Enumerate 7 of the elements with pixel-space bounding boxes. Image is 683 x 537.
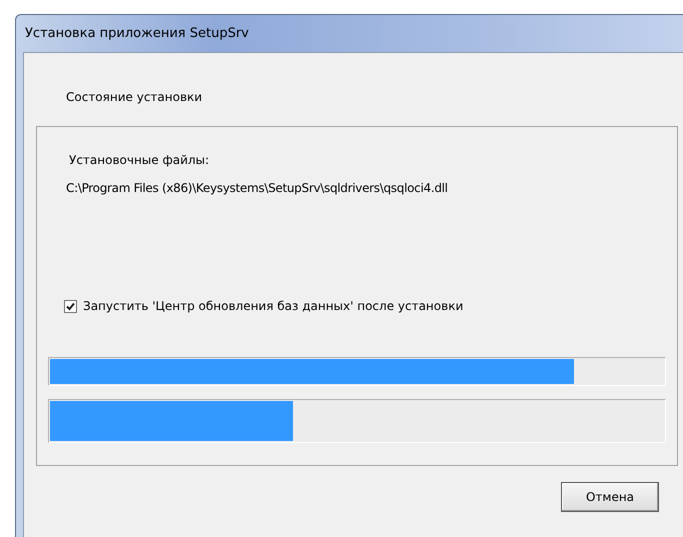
status-heading: Состояние установки (66, 90, 204, 104)
launch-checkbox[interactable] (64, 300, 77, 312)
window-title: Установка приложения SetupSrv (25, 26, 249, 41)
file-path: C:\Program Files (x86)\Keysystems\SetupSrv\sqldrivers\qsqloci4.dll (66, 181, 449, 195)
cancel-button[interactable]: Отмена (561, 482, 659, 512)
checkbox-label: Запустить 'Центр обновления баз данных' после установки (83, 299, 464, 313)
files-label: Установочные файлы: (69, 153, 210, 167)
